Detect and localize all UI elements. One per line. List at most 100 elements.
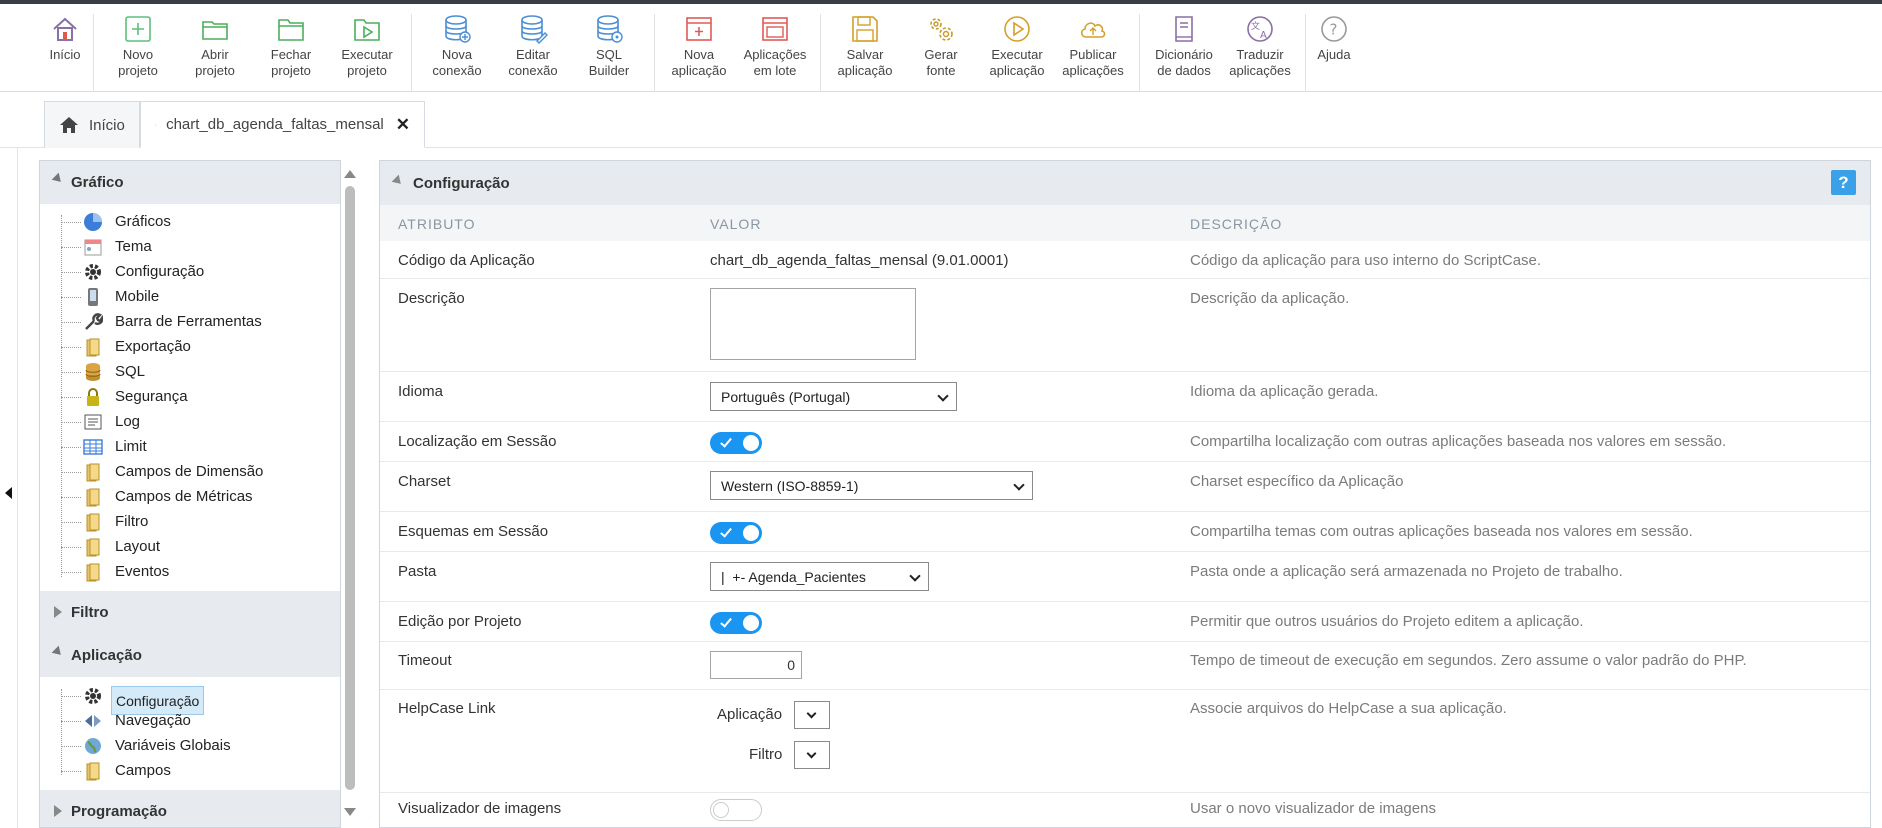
- generate-source-button[interactable]: Gerar fonte: [901, 14, 981, 79]
- attr-description: Pasta onde a aplicação será armazenada n…: [1190, 563, 1623, 580]
- data-dictionary-button[interactable]: Dicionário de dados: [1144, 14, 1224, 79]
- table-row: Edição por Projeto Permitir que outros u…: [380, 602, 1870, 642]
- batch-apps-button[interactable]: Aplicações em lote: [735, 14, 815, 79]
- sidebar-section-programacao-label: Programação: [71, 803, 167, 820]
- sidebar-item-label: Filtro: [115, 513, 149, 530]
- sidebar-item-label: Mobile: [115, 288, 160, 305]
- publish-apps-label-2: aplicações: [1062, 63, 1124, 78]
- translate-apps-button[interactable]: 文A Traduzir aplicações: [1220, 14, 1300, 79]
- tab-app[interactable]: chart_db_agenda_faltas_mensal ✕: [140, 101, 425, 148]
- log-icon: [84, 414, 102, 430]
- sidebar-item-label: Campos de Métricas: [115, 488, 253, 505]
- helpcase-filter-label: Filtro: [749, 746, 783, 763]
- config-panel: Configuração ? ATRIBUTO VALOR DESCRIÇÃO …: [379, 160, 1871, 828]
- timeout-input[interactable]: 0: [710, 651, 802, 679]
- attr-label: Esquemas em Sessão: [398, 523, 549, 540]
- edit-connection-button[interactable]: Editar conexão: [493, 14, 573, 79]
- open-project-button[interactable]: Abrir projeto: [175, 14, 255, 79]
- sql-builder-button[interactable]: SQL Builder: [569, 14, 649, 79]
- close-tab-icon[interactable]: ✕: [396, 115, 410, 135]
- folder-select[interactable]: | +- Agenda_Pacientes: [710, 562, 929, 591]
- chevron-down-icon: [806, 748, 817, 759]
- run-project-button[interactable]: Executar projeto: [327, 14, 407, 79]
- attr-description: Compartilha temas com outras aplicações …: [1190, 523, 1693, 540]
- run-app-label-2: aplicação: [989, 63, 1045, 78]
- publish-apps-button[interactable]: Publicar aplicações: [1053, 14, 1133, 79]
- expand-triangle-icon[interactable]: [54, 606, 62, 618]
- navigation-arrows-icon: [85, 715, 101, 727]
- batch-apps-icon: [762, 17, 788, 41]
- table-header: ATRIBUTO VALOR DESCRIÇÃO: [380, 205, 1870, 241]
- theme-session-toggle[interactable]: [710, 522, 762, 544]
- attr-description: Compartilha localização com outras aplic…: [1190, 433, 1727, 450]
- helpcase-app-select[interactable]: [794, 701, 830, 729]
- toggle-knob: [743, 525, 759, 541]
- run-app-label-1: Executar: [991, 47, 1043, 62]
- locale-session-toggle[interactable]: [710, 432, 762, 454]
- new-app-icon: [686, 17, 712, 41]
- home-button[interactable]: Início: [25, 14, 105, 63]
- save-app-label-1: Salvar: [846, 47, 884, 62]
- sidebar-section-filtro[interactable]: Filtro: [40, 591, 340, 634]
- open-folder-icon: [202, 21, 228, 40]
- run-app-button[interactable]: Executar aplicação: [977, 14, 1057, 79]
- help-icon: ?: [1321, 16, 1347, 42]
- sidebar-item-label: SQL: [115, 363, 146, 380]
- save-app-button[interactable]: Salvar aplicação: [825, 14, 905, 79]
- sidebar-section-programacao[interactable]: Programação: [40, 790, 340, 827]
- attr-description: Associe arquivos do HelpCase a sua aplic…: [1190, 700, 1507, 717]
- attr-label: Localização em Sessão: [398, 433, 557, 450]
- language-select-value: Português (Portugal): [721, 388, 851, 405]
- help-button[interactable]: ? Ajuda: [1294, 14, 1374, 63]
- expand-triangle-icon[interactable]: [54, 805, 62, 817]
- sidebar-scrollbar[interactable]: [342, 162, 358, 828]
- new-app-button[interactable]: Nova aplicação: [659, 14, 739, 79]
- expand-arrow-icon[interactable]: [5, 487, 12, 499]
- sidebar-section-grafico[interactable]: Gráfico: [40, 161, 340, 204]
- new-connection-button[interactable]: Nova conexão: [417, 14, 497, 79]
- language-select[interactable]: Português (Portugal): [710, 382, 957, 411]
- scroll-up-arrow-icon[interactable]: [344, 170, 356, 178]
- attr-description: Usar o novo visualizador de imagens: [1190, 800, 1436, 817]
- sidebar-section-aplicacao[interactable]: Aplicação: [40, 634, 340, 677]
- folder-icon: [86, 338, 100, 357]
- toggle-knob: [743, 435, 759, 451]
- left-collapse-strip[interactable]: [0, 92, 18, 828]
- close-project-label-1: Fechar: [270, 47, 312, 62]
- home-icon: [53, 17, 77, 41]
- svg-text:A: A: [1260, 30, 1267, 41]
- collapse-triangle-icon[interactable]: [51, 645, 65, 659]
- home-icon: [60, 117, 78, 133]
- sidebar-item-label: Limit: [115, 438, 147, 455]
- charset-select[interactable]: Western (ISO-8859-1): [710, 471, 1033, 500]
- dictionary-icon: [1175, 16, 1193, 42]
- helpcase-filter-select[interactable]: [794, 741, 830, 769]
- image-viewer-toggle[interactable]: [710, 799, 762, 821]
- sidebar-item-label: Segurança: [115, 388, 188, 405]
- tab-home[interactable]: Início: [44, 101, 140, 148]
- check-icon: [720, 435, 732, 448]
- new-project-button[interactable]: Novo projeto: [98, 14, 178, 79]
- sidebar-item-label: Layout: [115, 538, 161, 555]
- scrollbar-thumb[interactable]: [345, 186, 355, 790]
- new-connection-label-1: Nova: [441, 47, 473, 62]
- sidebar-item-label: Log: [115, 413, 141, 430]
- help-icon[interactable]: ?: [1831, 170, 1856, 195]
- open-project-label-1: Abrir: [201, 47, 229, 62]
- collapse-triangle-icon[interactable]: [51, 172, 65, 186]
- play-icon: [1004, 16, 1030, 42]
- edit-connection-icon: [521, 15, 548, 44]
- folder-icon: [86, 513, 100, 532]
- gear-icon: [85, 264, 101, 280]
- attr-label: Idioma: [398, 383, 444, 400]
- data-dictionary-label-2: de dados: [1157, 63, 1211, 78]
- column-header-attr: ATRIBUTO: [398, 216, 476, 232]
- scroll-down-arrow-icon[interactable]: [344, 808, 356, 816]
- close-project-button[interactable]: Fechar projeto: [251, 14, 331, 79]
- table-row: Descrição Descrição da aplicação.: [380, 279, 1870, 372]
- attr-description: Permitir que outros usuários do Projeto …: [1190, 613, 1584, 630]
- description-textarea[interactable]: [710, 288, 916, 360]
- collapse-triangle-icon[interactable]: [391, 174, 405, 188]
- project-edit-toggle[interactable]: [710, 612, 762, 634]
- tabs-bar: Início chart_db_agenda_faltas_mensal ✕: [0, 92, 1882, 148]
